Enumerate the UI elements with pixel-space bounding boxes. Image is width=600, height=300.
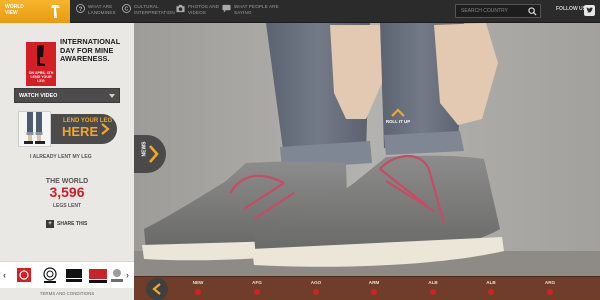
question-icon: ? bbox=[76, 4, 85, 13]
logo-text: ON APRIL 4TH LEND YOUR LEG bbox=[28, 71, 54, 83]
rolled-trousers-boots-illustration bbox=[134, 23, 600, 276]
country-code: NEW bbox=[192, 280, 204, 285]
lend-your-leg-cta[interactable]: LEND YOUR LEG HERE bbox=[51, 114, 117, 144]
chevron-right-icon[interactable]: › bbox=[126, 270, 129, 280]
country-dot bbox=[547, 289, 553, 295]
legs-lent-label: LEGS LENT bbox=[52, 203, 82, 209]
chevron-left-icon bbox=[152, 283, 161, 295]
nav-label: CULTURAL INTERPRETATION bbox=[134, 4, 175, 15]
country-code: AFG bbox=[252, 280, 262, 285]
svg-text:C: C bbox=[125, 7, 129, 13]
watch-video-dropdown[interactable]: WATCH VIDEO bbox=[14, 88, 120, 103]
country-dot bbox=[313, 289, 319, 295]
country-dot bbox=[371, 289, 377, 295]
follow-us-label: FOLLOW US bbox=[556, 6, 586, 12]
unhcr-logo bbox=[64, 267, 84, 284]
country-dot bbox=[488, 289, 494, 295]
speech-bubble-icon bbox=[222, 4, 231, 13]
hero-image bbox=[134, 23, 600, 276]
lend-your-leg-logo: ON APRIL 4TH LEND YOUR LEG bbox=[26, 42, 56, 86]
nav-label: WHAT PEOPLE ARE SAYING bbox=[234, 4, 279, 15]
already-lent-link[interactable]: I ALREADY LENT MY LEG bbox=[30, 154, 92, 160]
nav-what-people-are-saying[interactable]: WHAT PEOPLE ARE SAYING bbox=[222, 0, 282, 23]
country-dot bbox=[254, 289, 260, 295]
un-logo bbox=[42, 267, 58, 284]
country-code: ARM bbox=[368, 280, 380, 285]
strategies-logo bbox=[110, 267, 124, 284]
campaign-headline: INTERNATIONAL DAY FOR MINE AWARENESS. bbox=[60, 37, 121, 63]
search-icon[interactable] bbox=[528, 7, 537, 16]
country-marker[interactable]: AFG bbox=[246, 280, 268, 295]
country-marker[interactable]: AGO bbox=[305, 280, 327, 295]
copyright-icon: C bbox=[122, 4, 131, 13]
chevron-right-icon bbox=[101, 123, 110, 135]
terms-link[interactable]: TERMS AND CONDITIONS bbox=[0, 291, 134, 296]
search-country-field[interactable]: SEARCH COUNTRY bbox=[455, 4, 541, 18]
chevron-up-icon bbox=[391, 108, 405, 117]
country-marker[interactable]: NEW bbox=[187, 280, 209, 295]
previous-country-button[interactable] bbox=[146, 278, 168, 300]
chevron-right-icon bbox=[149, 145, 159, 163]
top-navigation: WORLD VIEW ? WHAT ARE LANDMINES C CULTUR… bbox=[0, 0, 600, 23]
country-dot bbox=[430, 289, 436, 295]
partner-logos-strip: ‹ › bbox=[0, 261, 134, 288]
rolled-jeans-photo bbox=[18, 111, 51, 147]
lend-your-leg-button[interactable]: LEND YOUR LEG HERE bbox=[18, 111, 117, 147]
lend-line-2: HERE bbox=[62, 124, 99, 139]
legs-lent-count: 3,596 bbox=[49, 184, 85, 200]
world-view-label: WORLD VIEW bbox=[5, 4, 24, 16]
chevron-down-icon bbox=[109, 94, 115, 98]
country-timeline-bar: NEW AFG AGO ARM ALB ALB ARG bbox=[134, 276, 600, 300]
country-dot bbox=[195, 289, 201, 295]
country-code: ARG bbox=[544, 280, 556, 285]
chevron-left-icon[interactable]: ‹ bbox=[3, 270, 6, 280]
watch-video-label: WATCH VIDEO bbox=[19, 93, 58, 99]
share-label: SHARE THIS bbox=[57, 221, 88, 227]
world-view-logo-icon bbox=[51, 5, 60, 18]
country-marker[interactable]: ALB bbox=[480, 280, 502, 295]
svg-text:?: ? bbox=[79, 6, 83, 13]
roll-it-up-button[interactable]: ROLL IT UP bbox=[383, 108, 413, 124]
left-sidebar: ON APRIL 4TH LEND YOUR LEG INTERNATIONAL… bbox=[0, 23, 134, 300]
unmas-logo bbox=[16, 267, 32, 284]
country-marker[interactable]: ALB bbox=[422, 280, 444, 295]
country-code: ALB bbox=[428, 280, 438, 285]
nav-cultural-interpretation[interactable]: C CULTURAL INTERPRETATION bbox=[122, 0, 182, 23]
world-view-tab[interactable]: WORLD VIEW bbox=[0, 0, 70, 23]
country-code: AGO bbox=[310, 280, 322, 285]
roll-it-up-label: ROLL IT UP bbox=[385, 119, 411, 124]
search-placeholder: SEARCH COUNTRY bbox=[461, 8, 508, 14]
country-code: ALB bbox=[486, 280, 496, 285]
twitter-icon[interactable] bbox=[584, 5, 595, 16]
camera-icon bbox=[176, 4, 185, 13]
country-marker[interactable]: ARM bbox=[363, 280, 385, 295]
rolled-trouser-leg-icon bbox=[37, 45, 45, 66]
plus-icon: + bbox=[46, 220, 54, 228]
ocha-logo bbox=[88, 267, 108, 284]
news-tab-label: NEWS bbox=[141, 141, 148, 157]
country-marker[interactable]: ARG bbox=[539, 280, 561, 295]
share-this-button[interactable]: + SHARE THIS bbox=[46, 219, 87, 229]
rolled-jeans-icon bbox=[24, 112, 45, 144]
